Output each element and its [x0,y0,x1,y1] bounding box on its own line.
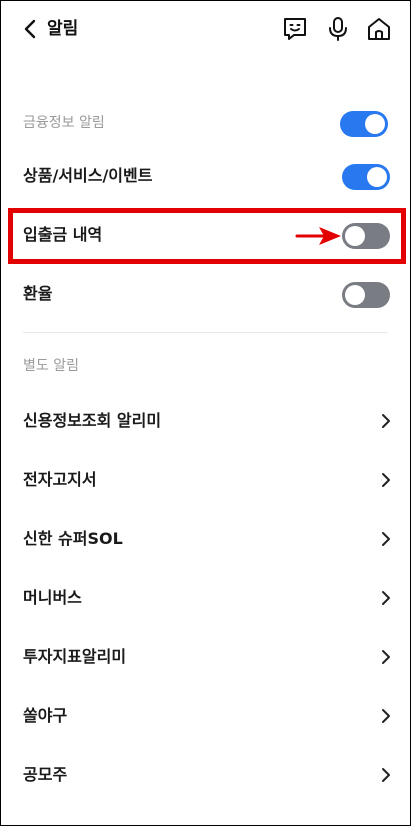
header: 알림 [1,1,410,57]
chat-bot-button[interactable] [281,15,309,43]
list-item-label: 신한 슈퍼SOL [23,529,123,548]
toggle-switch[interactable] [342,282,390,308]
section-title-separate: 별도 알림 [23,358,79,374]
toggle-label: 상품/서비스/이벤트 [23,166,153,185]
list-item[interactable]: 쏠야구 [1,691,410,741]
toggle-row-events: 상품/서비스/이벤트 [1,151,410,201]
list-item-label: 쏠야구 [23,706,68,725]
microphone-icon [329,17,347,41]
app-frame: 알림 금융정보 알림 상품/서비스/이벤트 입출금 내역 환율 별도 알림 신용… [0,0,411,826]
list-item-label: 공모주 [23,765,68,784]
toggle-knob [367,167,387,187]
chevron-right-icon [382,650,390,664]
list-item[interactable]: 신한 슈퍼SOL [1,514,410,564]
back-icon [24,19,36,39]
microphone-button[interactable] [324,15,352,43]
toggle-label: 환율 [23,284,53,303]
list-item[interactable]: 머니버스 [1,573,410,623]
section-title-financial: 금융정보 알림 [23,115,105,131]
highlight-box [8,208,406,264]
chevron-right-icon [382,709,390,723]
list-item-label: 투자지표알리미 [23,647,127,666]
toggle-knob [365,114,385,134]
toggle-knob [345,285,365,305]
home-button[interactable] [365,15,393,43]
chevron-right-icon [382,768,390,782]
toggle-switch[interactable] [342,164,390,190]
list-item[interactable]: 전자고지서 [1,455,410,505]
chevron-right-icon [382,591,390,605]
list-item[interactable]: 신용정보조회 알리미 [1,396,410,446]
chevron-right-icon [382,473,390,487]
chevron-right-icon [382,414,390,428]
toggle-row-exchange: 환율 [1,269,410,319]
divider [23,332,388,333]
page-title: 알림 [47,19,79,39]
list-item[interactable]: 공모주 [1,750,410,800]
list-item-label: 전자고지서 [23,470,97,489]
list-item[interactable]: 투자지표알리미 [1,632,410,682]
financial-master-toggle[interactable] [340,111,388,137]
list-item-label: 머니버스 [23,588,82,607]
home-icon [368,18,390,40]
annotation-arrow-icon [295,227,341,245]
chat-bot-icon [284,18,306,40]
list-item-label: 신용정보조회 알리미 [23,411,162,430]
back-button[interactable] [17,16,43,42]
chevron-right-icon [382,532,390,546]
